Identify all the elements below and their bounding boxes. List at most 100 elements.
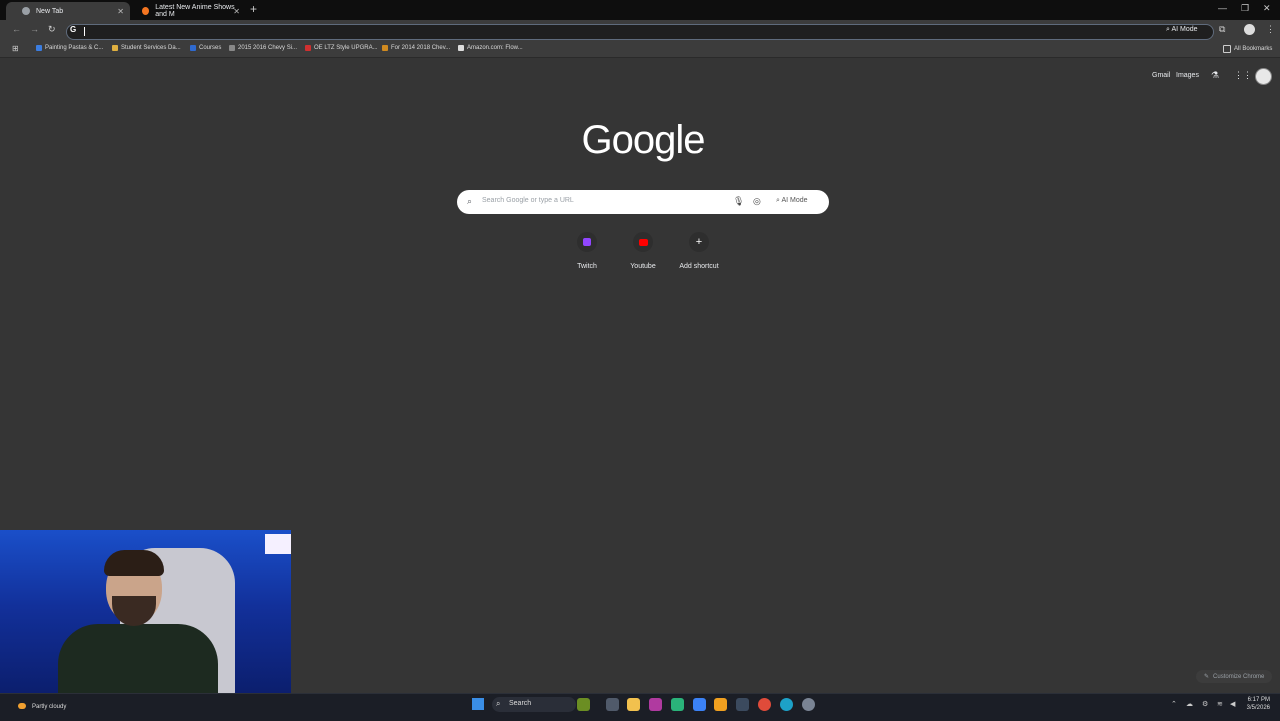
weather-icon bbox=[18, 703, 26, 709]
shortcut-label[interactable]: Add shortcut bbox=[669, 263, 729, 270]
all-bookmarks-button[interactable]: All Bookmarks bbox=[1223, 45, 1272, 53]
edge-icon[interactable] bbox=[780, 698, 793, 711]
tray-icon[interactable]: ☁ bbox=[1186, 700, 1193, 708]
bookmark-favicon-icon bbox=[229, 45, 235, 51]
pencil-icon: ✎ bbox=[1204, 674, 1210, 680]
omnibox-ai-mode-button[interactable]: ⌕ AI Mode bbox=[1166, 26, 1198, 34]
search-icon: ⌕ bbox=[496, 699, 501, 708]
chrome-icon bbox=[22, 7, 30, 15]
taskbar bbox=[0, 693, 1280, 721]
plus-icon: + bbox=[695, 236, 703, 248]
new-tab-button[interactable]: + bbox=[250, 2, 257, 16]
reload-icon[interactable]: ↻ bbox=[48, 24, 56, 35]
images-link[interactable]: Images bbox=[1176, 72, 1199, 79]
tab-new-tab[interactable]: New Tab ✕ bbox=[6, 2, 130, 20]
close-tab-icon[interactable]: ✕ bbox=[117, 7, 124, 16]
close-tab-icon[interactable]: ✕ bbox=[233, 7, 240, 16]
back-icon[interactable]: ← bbox=[12, 24, 21, 34]
search-icon: ⌕ bbox=[467, 196, 473, 206]
gmail-link[interactable]: Gmail bbox=[1152, 72, 1170, 79]
task-view-icon[interactable] bbox=[606, 698, 619, 711]
shortcut-twitch[interactable] bbox=[577, 232, 597, 252]
bookmark-item[interactable]: 2015 2016 Chevy Si... bbox=[229, 45, 297, 51]
bookmark-label: For 2014 2018 Chev... bbox=[391, 45, 451, 51]
bookmark-item[interactable]: For 2014 2018 Chev... bbox=[382, 45, 450, 51]
bookmark-item[interactable]: Courses bbox=[190, 45, 221, 51]
app-icon[interactable] bbox=[671, 698, 684, 711]
lens-camera-icon[interactable]: ◎ bbox=[753, 196, 761, 207]
weather-label[interactable]: Partly cloudy bbox=[32, 704, 66, 710]
bookmark-favicon-icon bbox=[305, 45, 311, 51]
forward-icon[interactable]: → bbox=[30, 24, 39, 34]
account-avatar[interactable] bbox=[1255, 68, 1272, 85]
customize-chrome-button[interactable]: ✎ Customize Chrome bbox=[1196, 670, 1273, 683]
google-apps-icon[interactable]: ⋮⋮ bbox=[1234, 70, 1252, 81]
bookmark-favicon-icon bbox=[190, 45, 196, 51]
taskbar-search-label: Search bbox=[509, 700, 532, 707]
settings-icon[interactable] bbox=[802, 698, 815, 711]
bookmark-favicon-icon bbox=[458, 45, 464, 51]
youtube-icon bbox=[638, 238, 648, 246]
search-placeholder[interactable]: Search Google or type a URL bbox=[482, 197, 574, 204]
window-light bbox=[265, 534, 291, 554]
person-body bbox=[58, 624, 218, 700]
bookmark-label: Amazon.com: Flow... bbox=[467, 45, 523, 51]
clock-time[interactable]: 6:17 PM bbox=[1244, 697, 1270, 703]
customize-label: Customize Chrome bbox=[1213, 673, 1265, 680]
bookmark-favicon-icon bbox=[112, 45, 118, 51]
crunchyroll-icon bbox=[142, 7, 150, 15]
profile-icon[interactable] bbox=[1244, 24, 1255, 35]
bookmark-label: Courses bbox=[199, 45, 222, 51]
tray-chevron-icon[interactable]: ⌃ bbox=[1171, 700, 1177, 708]
tab-anime[interactable]: Latest New Anime Shows and M ✕ bbox=[126, 2, 246, 20]
person-hair bbox=[104, 550, 164, 576]
menu-kebab-icon[interactable]: ⋮ bbox=[1266, 24, 1275, 35]
widget-icon[interactable] bbox=[577, 698, 590, 711]
bookmark-item[interactable]: Student Services Da... bbox=[112, 45, 181, 51]
windows-start-icon[interactable] bbox=[472, 698, 484, 710]
tray-icon[interactable]: ⚙ bbox=[1202, 700, 1208, 708]
folder-icon bbox=[1223, 45, 1231, 53]
store-icon[interactable] bbox=[693, 698, 706, 711]
restore-icon[interactable]: ❐ bbox=[1241, 3, 1249, 14]
bookmark-favicon-icon bbox=[36, 45, 42, 51]
bookmark-item[interactable]: Painting Pastas & C... bbox=[36, 45, 103, 51]
shortcut-label[interactable]: Youtube bbox=[613, 263, 673, 270]
close-window-icon[interactable]: ✕ bbox=[1263, 3, 1271, 14]
webcam-overlay bbox=[0, 530, 291, 700]
bookmark-item[interactable]: Amazon.com: Flow... bbox=[458, 45, 523, 51]
bookmark-favicon-icon bbox=[382, 45, 388, 51]
app-icon[interactable] bbox=[649, 698, 662, 711]
chrome-taskbar-icon[interactable] bbox=[758, 698, 771, 711]
clock-date[interactable]: 3/5/2026 bbox=[1244, 705, 1270, 711]
address-bar[interactable] bbox=[66, 24, 1214, 40]
all-bookmarks-label: All Bookmarks bbox=[1234, 46, 1273, 52]
tab-title: New Tab bbox=[36, 7, 64, 15]
shortcut-youtube[interactable] bbox=[633, 232, 653, 252]
microphone-icon[interactable]: 🎙 bbox=[733, 196, 744, 207]
bookmark-label: 2015 2016 Chevy Si... bbox=[238, 45, 298, 51]
minimize-icon[interactable]: — bbox=[1218, 3, 1227, 13]
text-caret bbox=[84, 27, 85, 36]
shortcut-label[interactable]: Twitch bbox=[557, 263, 617, 270]
bookmark-item[interactable]: OE LTZ Style UPGRA... bbox=[305, 45, 378, 51]
file-explorer-icon[interactable] bbox=[627, 698, 640, 711]
labs-flask-icon[interactable]: ⚗ bbox=[1211, 70, 1219, 81]
apps-grid-icon[interactable]: ⊞ bbox=[12, 44, 19, 53]
omnibox-ai-mode-label: AI Mode bbox=[1171, 26, 1198, 33]
wifi-icon[interactable]: ≋ bbox=[1217, 700, 1223, 708]
google-logo: Google bbox=[581, 118, 706, 162]
ai-mode-label: AI Mode bbox=[781, 197, 808, 204]
google-g-icon: G bbox=[70, 25, 77, 34]
twitch-icon bbox=[583, 238, 591, 246]
taskbar-search[interactable] bbox=[492, 697, 576, 712]
cast-icon[interactable]: ⧉ bbox=[1219, 24, 1225, 35]
bookmark-label: Painting Pastas & C... bbox=[45, 45, 104, 51]
volume-icon[interactable]: ◀ bbox=[1230, 700, 1235, 708]
app-icon[interactable] bbox=[714, 698, 727, 711]
add-shortcut-button[interactable]: + bbox=[689, 232, 709, 252]
bookmark-label: Student Services Da... bbox=[121, 45, 181, 51]
steam-icon[interactable] bbox=[736, 698, 749, 711]
bookmark-label: OE LTZ Style UPGRA... bbox=[314, 45, 378, 51]
ai-mode-button[interactable]: ⌕ AI Mode bbox=[776, 197, 808, 205]
